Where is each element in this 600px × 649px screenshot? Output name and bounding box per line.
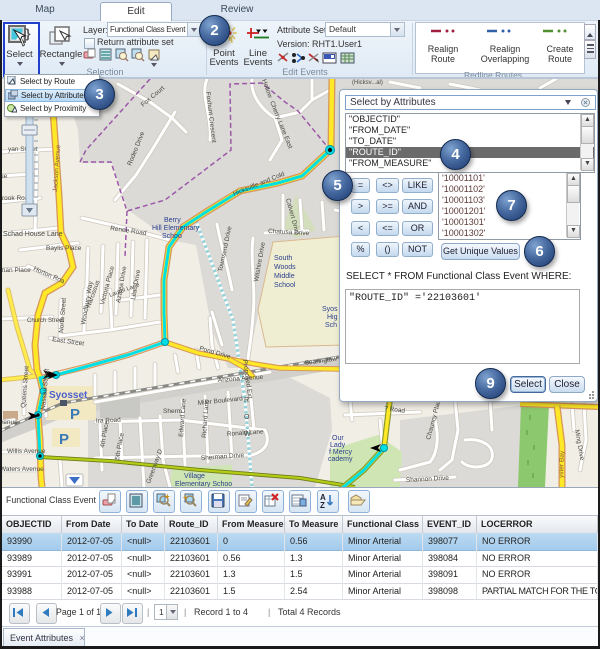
svg-text:Sherm: Sherm (163, 408, 182, 415)
svg-text:Berry: Berry (164, 217, 181, 224)
svg-text:f Mercy: f Mercy (329, 449, 352, 456)
svg-text:Realign: Realign (490, 44, 521, 54)
svg-text:Syos: Syos (322, 306, 338, 313)
svg-text:man Place: man Place (2, 267, 31, 274)
svg-text:Sch: Sch (325, 322, 337, 329)
svg-text:Realign: Realign (428, 44, 459, 54)
svg-text:Route: Route (431, 54, 455, 64)
svg-text:Route: Route (548, 54, 572, 64)
svg-text:Woods: Woods (274, 264, 296, 271)
svg-text:Our: Our (332, 435, 344, 442)
svg-text:venue: venue (2, 419, 18, 426)
svg-text:School: School (274, 282, 296, 289)
svg-text:Church Street: Church Street (27, 318, 64, 324)
svg-text:Waters Avenue: Waters Avenue (2, 466, 44, 473)
svg-text:South: South (274, 255, 292, 262)
svg-text:W: W (244, 431, 251, 438)
svg-text:Create: Create (546, 44, 573, 54)
svg-text:Syosset: Syosset (49, 390, 88, 401)
svg-text:+: + (165, 492, 170, 501)
svg-text:Willis Avenue: Willis Avenue (7, 448, 46, 455)
svg-text:Schad House Lane: Schad House Lane (3, 231, 63, 238)
svg-text:cademy: cademy (328, 456, 353, 463)
svg-text:P: P (59, 431, 69, 448)
svg-text:}: } (26, 26, 31, 41)
svg-text:+: + (183, 493, 188, 502)
svg-text:Overlapping: Overlapping (481, 54, 530, 64)
svg-text:O: O (244, 414, 250, 421)
svg-text:Hig: Hig (327, 314, 338, 321)
svg-text:Baylis Place: Baylis Place (46, 245, 82, 252)
svg-text:ue: ue (2, 173, 8, 180)
svg-text:Z: Z (320, 501, 325, 510)
svg-text:yster Bay: yster Bay (558, 450, 566, 478)
svg-text:P: P (70, 406, 80, 423)
svg-text:Lady: Lady (330, 442, 346, 449)
svg-text:Hill Elementary: Hill Elementary (152, 225, 200, 232)
svg-text:Village: Village (184, 473, 205, 480)
svg-text:Schoo: Schoo (162, 233, 182, 240)
svg-text:Elementary Schoo: Elementary Schoo (175, 481, 232, 487)
svg-text:(Hicksv...al): (Hicksv...al) (352, 80, 383, 86)
svg-text:Middle: Middle (274, 273, 295, 280)
svg-text:rook Roa: rook Roa (2, 195, 29, 202)
svg-text:R: R (244, 397, 249, 404)
